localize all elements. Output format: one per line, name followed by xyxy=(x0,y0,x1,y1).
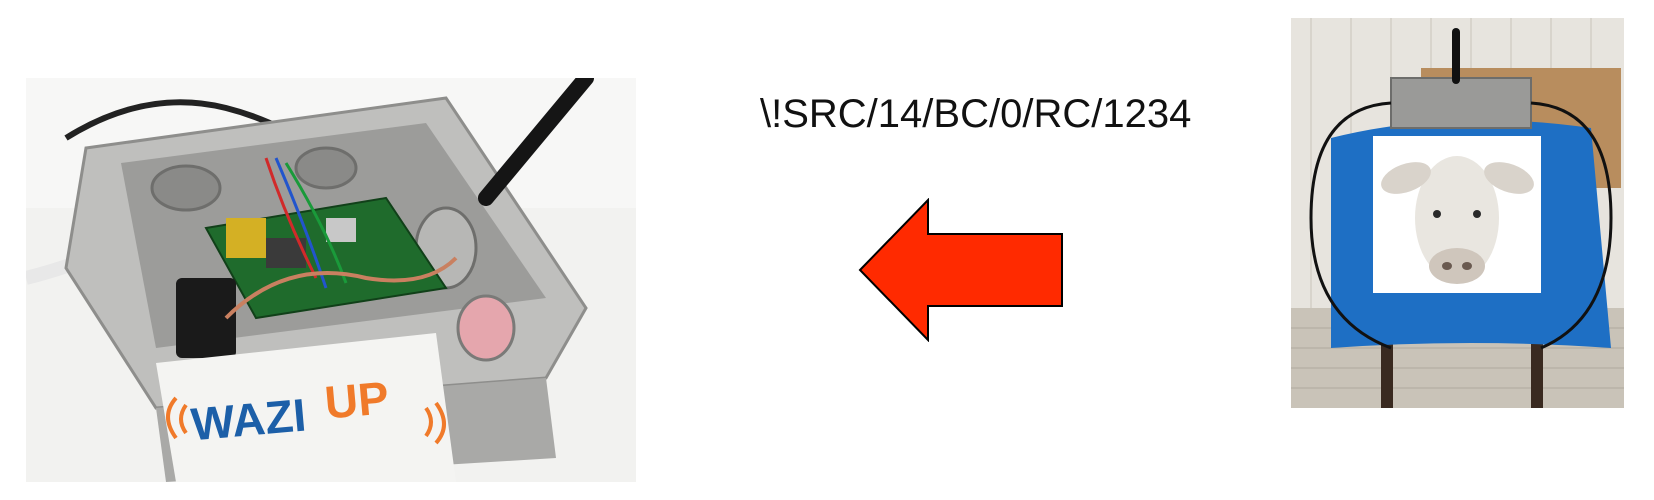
cow-device-photo xyxy=(1291,18,1624,408)
message-text: \!SRC/14/BC/0/RC/1234 xyxy=(760,92,1192,136)
left-arrow-icon xyxy=(858,198,1064,342)
logo-text-right: UP xyxy=(323,371,391,428)
logo-text-left: WAZI xyxy=(189,388,308,450)
gateway-photo: WAZI UP xyxy=(26,78,636,482)
